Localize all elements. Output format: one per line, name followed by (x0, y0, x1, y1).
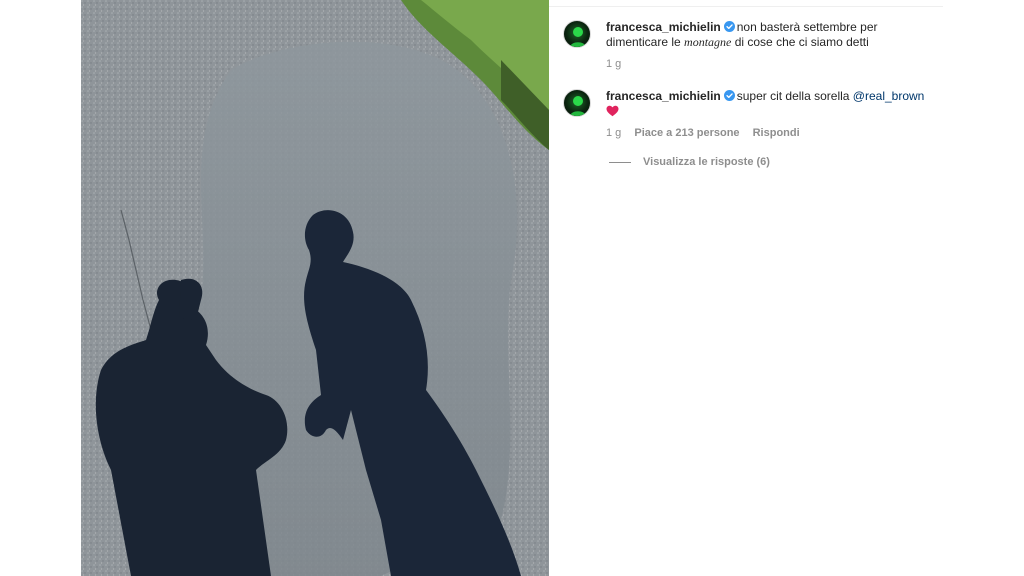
reply-button[interactable]: Rispondi (753, 127, 800, 139)
avatar[interactable] (563, 20, 591, 48)
shadow-photo-image (81, 0, 549, 576)
comment-username[interactable]: francesca_michielin (606, 89, 721, 103)
comment-body: super cit della sorella (736, 89, 853, 103)
heart-emoji-icon (606, 105, 619, 117)
post-photo[interactable] (81, 0, 549, 576)
comment-meta: 1 g (606, 58, 631, 70)
avatar-image (569, 27, 587, 47)
comment-text: francesca_michielin super cit della sorel… (606, 89, 936, 119)
divider (549, 6, 943, 7)
mention-link[interactable]: @real_brown (853, 89, 925, 103)
post-frame: francesca_michielin non basterà settembre… (0, 0, 1024, 576)
verified-badge-icon (723, 21, 735, 32)
view-replies-label: Visualizza le risposte (6) (643, 156, 770, 168)
comment-time[interactable]: 1 g (606, 58, 621, 70)
verified-badge-icon (723, 90, 735, 101)
comment-text: francesca_michielin non basterà settembre… (606, 20, 936, 50)
comment-time[interactable]: 1 g (606, 127, 621, 139)
comment-username[interactable]: francesca_michielin (606, 20, 721, 34)
comment-meta: 1 g Piace a 213 persone Rispondi (606, 127, 810, 139)
view-replies-button[interactable]: Visualizza le risposte (6) (609, 156, 770, 168)
avatar[interactable] (563, 89, 591, 117)
comment-likes[interactable]: Piace a 213 persone (634, 127, 739, 139)
comment-body-end: di cose che ci siamo detti (731, 35, 869, 49)
comment-italic-word: montagne (684, 35, 732, 49)
comments-panel: francesca_michielin non basterà settembre… (549, 0, 943, 576)
replies-line (609, 161, 631, 163)
avatar-image (569, 96, 587, 116)
